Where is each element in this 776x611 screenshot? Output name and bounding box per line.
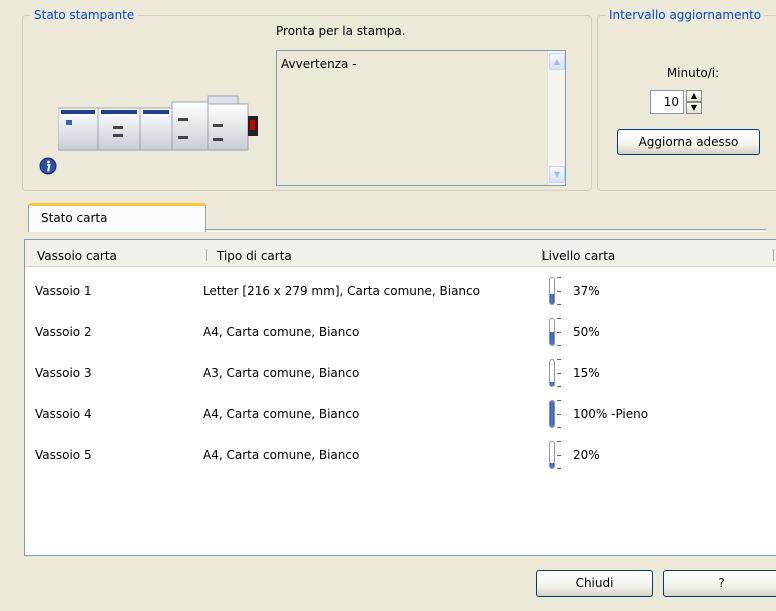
paper-type: A4, Carta comune, Bianco: [203, 448, 360, 462]
tab-paper-status-label: Stato carta: [41, 211, 108, 225]
paper-type: A3, Carta comune, Bianco: [203, 366, 360, 380]
minutes-input[interactable]: 10: [650, 90, 684, 114]
scroll-up-icon[interactable]: ▲: [549, 53, 565, 70]
column-divider[interactable]: [206, 249, 207, 261]
tray-name: Vassoio 4: [35, 407, 92, 421]
paper-level-text: 100% -Pieno: [573, 407, 649, 421]
spin-down-icon[interactable]: ▼: [686, 102, 702, 114]
paper-level-gauge-icon: [547, 400, 565, 430]
refresh-now-button[interactable]: Aggiorna adesso: [617, 129, 760, 155]
printer-status-title: Stato stampante: [31, 8, 138, 22]
tab-divider: [206, 229, 766, 232]
minutes-label: Minuto/i:: [666, 66, 720, 80]
tray-name: Vassoio 3: [35, 366, 92, 380]
column-header-paper-level[interactable]: Livello carta: [542, 249, 615, 263]
paper-level-text: 37%: [573, 284, 600, 298]
paper-type: A4, Carta comune, Bianco: [203, 325, 360, 339]
printer-status-group: Stato stampante Pronta per la stampa. Av…: [22, 8, 592, 191]
tray-name: Vassoio 2: [35, 325, 92, 339]
refresh-interval-title: Intervallo aggiornamento: [606, 8, 765, 22]
paper-tray-table: Vassoio carta Tipo di carta Livello cart…: [24, 239, 776, 556]
help-button[interactable]: ?: [663, 570, 776, 597]
tab-paper-status[interactable]: Stato carta: [28, 203, 206, 232]
close-button[interactable]: Chiudi: [536, 570, 653, 597]
paper-level-gauge-icon: [547, 441, 565, 471]
paper-level-gauge-icon: [547, 277, 565, 307]
printer-image: [58, 95, 258, 151]
paper-level-gauge-icon: [547, 318, 565, 348]
paper-type: A4, Carta comune, Bianco: [203, 407, 360, 421]
tab-strip: Stato carta: [20, 203, 770, 233]
paper-level-gauge-icon: [547, 359, 565, 389]
table-header: Vassoio carta Tipo di carta Livello cart…: [25, 240, 776, 267]
paper-type: Letter [216 x 279 mm], Carta comune, Bia…: [203, 284, 480, 298]
column-header-paper-type[interactable]: Tipo di carta: [217, 249, 292, 263]
column-divider[interactable]: [773, 249, 774, 261]
table-row[interactable]: Vassoio 4 A4, Carta comune, Bianco 100% …: [25, 395, 776, 435]
scroll-down-icon[interactable]: ▼: [549, 166, 565, 183]
column-header-tray[interactable]: Vassoio carta: [37, 249, 117, 263]
printer-ready-status: Pronta per la stampa.: [276, 24, 406, 38]
refresh-interval-group: Intervallo aggiornamento Minuto/i: 10 ▲ …: [597, 8, 776, 191]
paper-level-text: 50%: [573, 325, 600, 339]
info-icon[interactable]: [39, 157, 57, 175]
warning-text: Avvertenza -: [281, 57, 357, 71]
tray-name: Vassoio 1: [35, 284, 92, 298]
warning-textbox[interactable]: Avvertenza - ▲ ▼: [276, 50, 566, 186]
tray-name: Vassoio 5: [35, 448, 92, 462]
table-row[interactable]: Vassoio 3 A3, Carta comune, Bianco 15%: [25, 354, 776, 394]
table-row[interactable]: Vassoio 1 Letter [216 x 279 mm], Carta c…: [25, 272, 776, 312]
spin-up-icon[interactable]: ▲: [686, 90, 702, 102]
warning-scrollbar[interactable]: ▲ ▼: [547, 51, 565, 185]
table-row[interactable]: Vassoio 2 A4, Carta comune, Bianco 50%: [25, 313, 776, 353]
table-row[interactable]: Vassoio 5 A4, Carta comune, Bianco 20%: [25, 436, 776, 476]
paper-level-text: 20%: [573, 448, 600, 462]
paper-level-text: 15%: [573, 366, 600, 380]
